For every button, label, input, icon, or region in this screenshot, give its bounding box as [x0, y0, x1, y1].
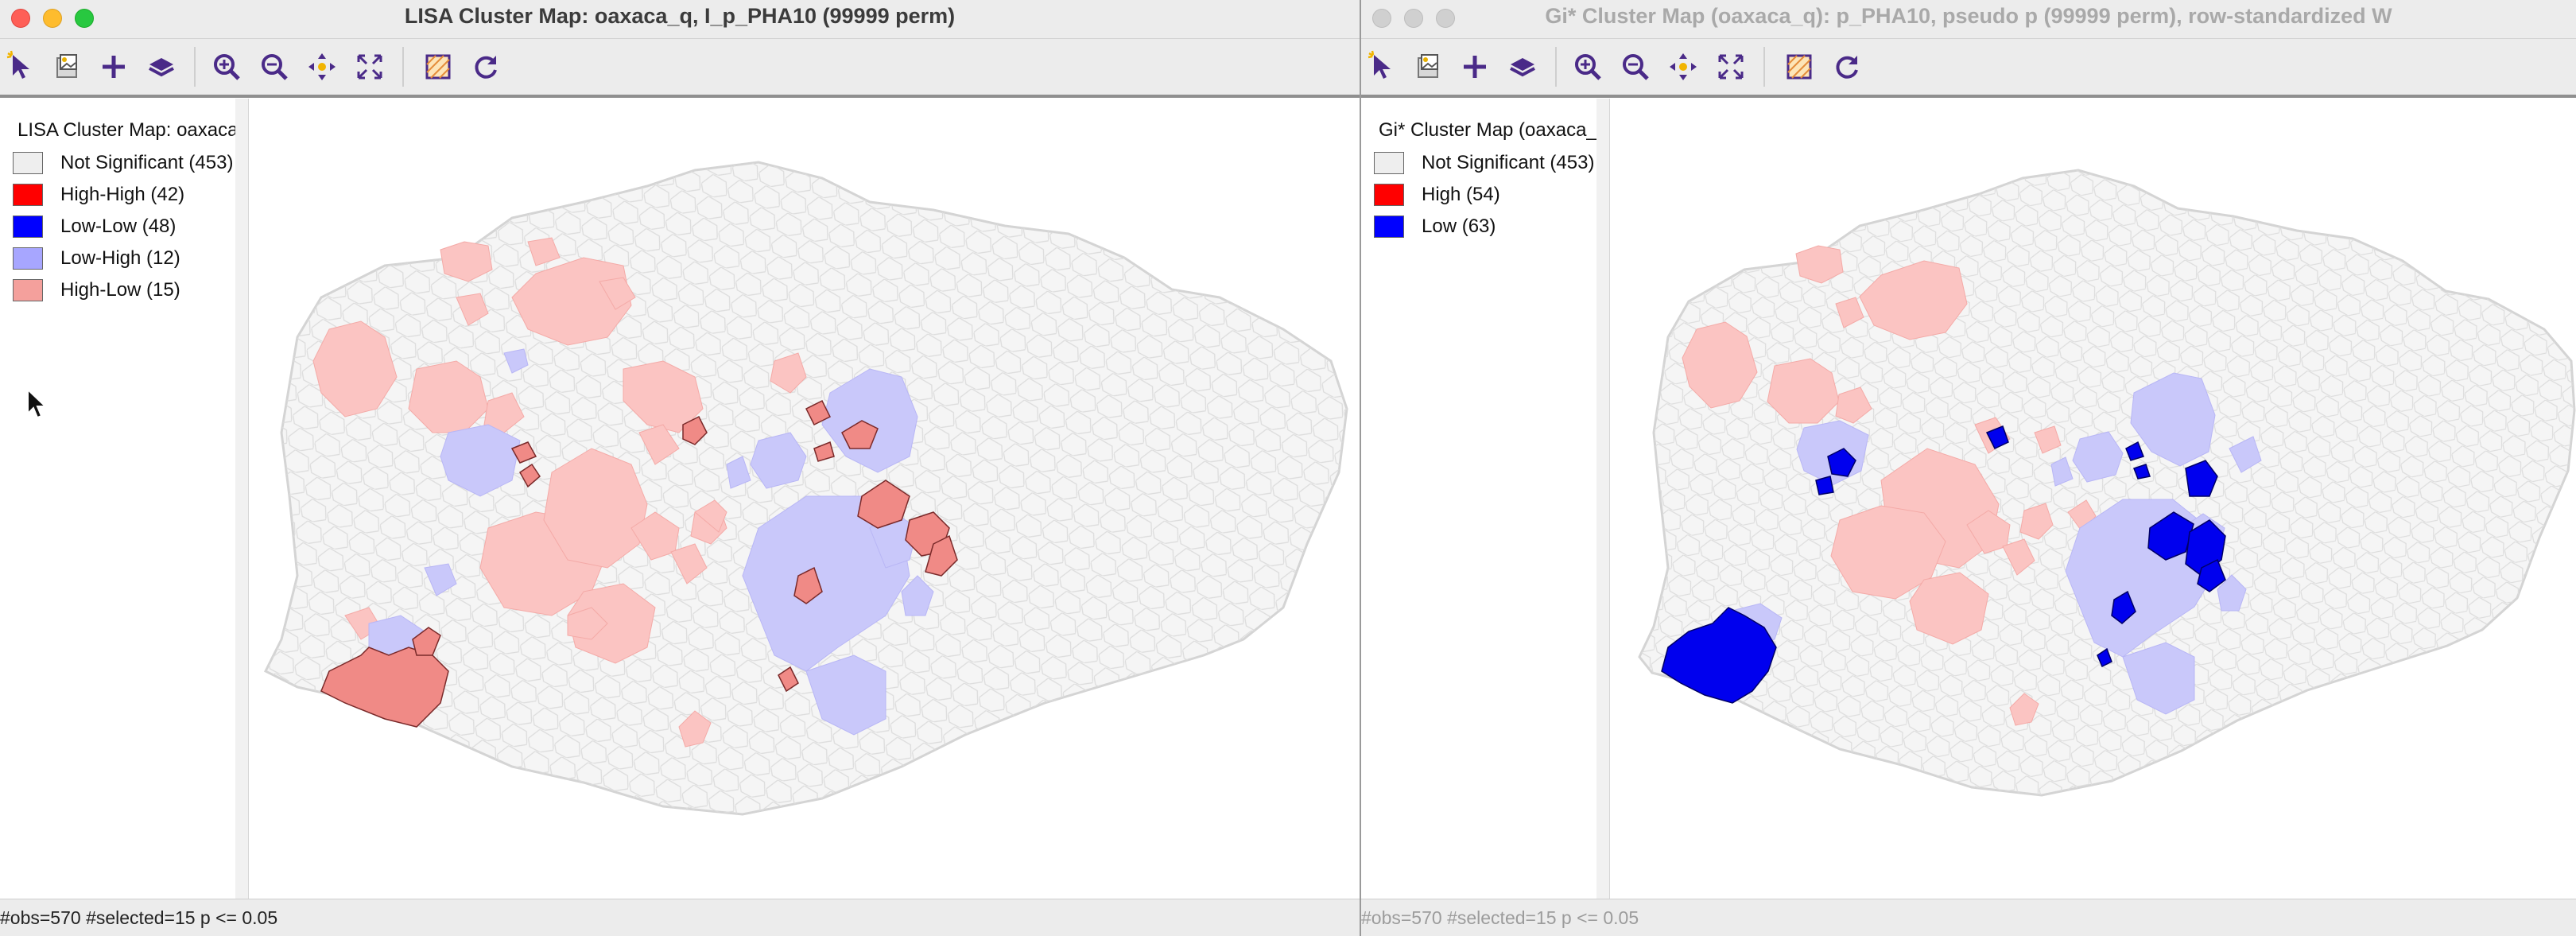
- title-bar[interactable]: Gi* Cluster Map (oaxaca_q): p_PHA10, pse…: [1361, 0, 2576, 39]
- copy-image-icon[interactable]: [49, 49, 86, 85]
- map-toolbar: [0, 39, 1360, 98]
- refresh-icon[interactable]: [1829, 49, 1865, 85]
- toolbar-separator: [1763, 47, 1765, 87]
- legend-label: Low-High (12): [60, 247, 180, 269]
- legend-label: High-High (42): [60, 184, 185, 205]
- map-toolbar: [1361, 39, 2576, 98]
- refresh-icon[interactable]: [467, 49, 504, 85]
- basemap-icon[interactable]: [1781, 49, 1818, 85]
- status-text: #obs=570 #selected=15 p <= 0.05: [0, 907, 278, 928]
- basemap-icon[interactable]: [420, 49, 456, 85]
- legend-item-low[interactable]: Low (63): [1374, 213, 1496, 240]
- zoom-out-icon[interactable]: [256, 49, 293, 85]
- lisa-map-canvas[interactable]: [250, 99, 1360, 899]
- zoom-in-icon[interactable]: [1569, 49, 1606, 85]
- window-title: Gi* Cluster Map (oaxaca_q): p_PHA10, pse…: [1545, 4, 2392, 28]
- legend-label: Low (63): [1422, 216, 1496, 237]
- legend-item-not-significant[interactable]: Not Significant (453): [1374, 150, 1594, 177]
- lisa-cluster-window: LISA Cluster Map: oaxaca_q, I_p_PHA10 (9…: [0, 0, 1361, 936]
- mouse-cursor-icon: [27, 388, 48, 419]
- select-tool-icon[interactable]: [5, 49, 41, 85]
- copy-image-icon[interactable]: [1410, 49, 1447, 85]
- legend-title: LISA Cluster Map: oaxaca_q: [17, 119, 237, 141]
- swatch: [1374, 216, 1404, 238]
- gi-star-cluster-window: Gi* Cluster Map (oaxaca_q): p_PHA10, pse…: [1361, 0, 2576, 936]
- gi-star-map-canvas[interactable]: [1625, 99, 2576, 899]
- legend-label: Not Significant (453): [60, 152, 234, 173]
- oaxaca-base-map: [1638, 169, 2576, 797]
- status-text: #obs=570 #selected=15 p <= 0.05: [1361, 907, 1639, 928]
- swatch: [13, 184, 43, 206]
- legend-divider-handle[interactable]: [235, 99, 249, 899]
- swatch: [13, 247, 43, 270]
- status-bar: #obs=570 #selected=15 p <= 0.05: [0, 899, 1360, 936]
- status-bar: #obs=570 #selected=15 p <= 0.05: [1361, 899, 2576, 936]
- legend-item-high-low[interactable]: High-Low (15): [13, 277, 180, 304]
- legend-label: High-Low (15): [60, 279, 180, 301]
- legend-item-not-significant[interactable]: Not Significant (453): [13, 150, 233, 177]
- legend-label: High (54): [1422, 184, 1500, 205]
- swatch: [1374, 184, 1404, 206]
- legend-divider-handle[interactable]: [1596, 99, 1610, 899]
- swatch: [13, 152, 43, 174]
- pan-icon[interactable]: [1665, 49, 1701, 85]
- legend-item-high[interactable]: High (54): [1374, 181, 1500, 208]
- legend-item-low-low[interactable]: Low-Low (48): [13, 213, 176, 240]
- pan-icon[interactable]: [304, 49, 340, 85]
- legend-label: Low-Low (48): [60, 216, 177, 237]
- legend-title: Gi* Cluster Map (oaxaca_q: [1379, 119, 1598, 141]
- toolbar-separator: [194, 47, 196, 87]
- window-title: LISA Cluster Map: oaxaca_q, I_p_PHA10 (9…: [404, 4, 956, 28]
- map-legend: Gi* Cluster Map (oaxaca_q Not Significan…: [1361, 99, 1598, 899]
- legend-label: Not Significant (453): [1422, 152, 1595, 173]
- fit-extent-icon[interactable]: [1713, 49, 1749, 85]
- toolbar-separator: [1555, 47, 1557, 87]
- zoom-out-icon[interactable]: [1617, 49, 1654, 85]
- add-icon[interactable]: [1457, 49, 1493, 85]
- layers-icon[interactable]: [143, 49, 180, 85]
- toolbar-separator: [402, 47, 404, 87]
- swatch: [13, 216, 43, 238]
- title-bar[interactable]: LISA Cluster Map: oaxaca_q, I_p_PHA10 (9…: [0, 0, 1360, 39]
- select-tool-icon[interactable]: [1366, 49, 1402, 85]
- fit-extent-icon[interactable]: [351, 49, 388, 85]
- legend-item-low-high[interactable]: Low-High (12): [13, 245, 180, 272]
- swatch: [1374, 152, 1404, 174]
- map-legend: LISA Cluster Map: oaxaca_q Not Significa…: [0, 99, 237, 899]
- legend-item-high-high[interactable]: High-High (42): [13, 181, 184, 208]
- zoom-in-icon[interactable]: [208, 49, 245, 85]
- layers-icon[interactable]: [1504, 49, 1541, 85]
- add-icon[interactable]: [95, 49, 132, 85]
- swatch: [13, 279, 43, 301]
